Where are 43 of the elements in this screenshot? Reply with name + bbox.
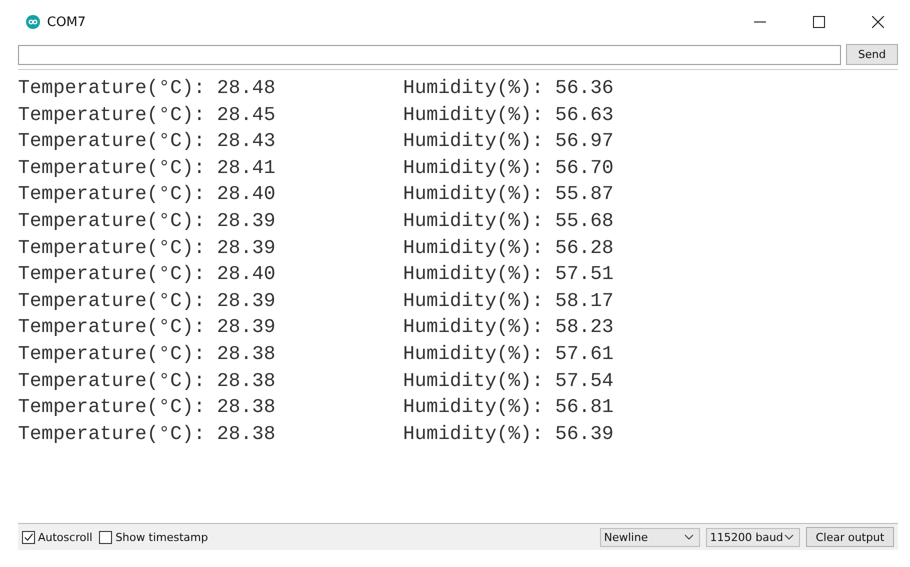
- temperature-reading: Temperature(°C): 28.39: [18, 288, 276, 314]
- app-logo-icon: [26, 15, 40, 29]
- temperature-reading: Temperature(°C): 28.39: [18, 236, 276, 261]
- line-ending-dropdown[interactable]: Newline: [600, 528, 700, 546]
- temperature-reading: Temperature(°C): 28.41: [18, 156, 276, 181]
- temperature-reading: Temperature(°C): 28.38: [18, 395, 276, 420]
- humidity-reading: Humidity(%): 58.17: [403, 288, 614, 314]
- humidity-reading: Humidity(%): 56.70: [403, 156, 614, 181]
- humidity-reading: Humidity(%): 58.23: [403, 315, 614, 340]
- humidity-reading: Humidity(%): 56.36: [403, 76, 614, 101]
- humidity-reading: Humidity(%): 56.81: [403, 395, 614, 420]
- clear-output-button[interactable]: Clear output: [806, 527, 894, 547]
- temperature-reading: Temperature(°C): 28.38: [18, 342, 276, 367]
- temperature-reading: Temperature(°C): 28.48: [18, 76, 276, 101]
- humidity-reading: Humidity(%): 57.61: [403, 342, 614, 367]
- humidity-reading: Humidity(%): 56.97: [403, 129, 614, 154]
- send-button[interactable]: Send: [846, 44, 898, 65]
- humidity-reading: Humidity(%): 56.28: [403, 236, 614, 261]
- humidity-reading: Humidity(%): 56.63: [403, 102, 614, 128]
- input-field[interactable]: [18, 44, 841, 64]
- temperature-reading: Temperature(°C): 28.40: [18, 262, 276, 288]
- maximize-icon[interactable]: [813, 16, 825, 28]
- humidity-reading: Humidity(%): 57.54: [403, 368, 614, 394]
- window-title: COM7: [47, 14, 86, 30]
- temperature-reading: Temperature(°C): 28.38: [18, 422, 276, 447]
- checkbox[interactable]: [22, 530, 35, 544]
- temperature-reading: Temperature(°C): 28.40: [18, 182, 276, 208]
- humidity-reading: Humidity(%): 56.39: [403, 422, 614, 447]
- humidity-reading: Humidity(%): 55.68: [403, 208, 614, 234]
- chevron-icon: [684, 534, 694, 540]
- checkbox[interactable]: [99, 530, 112, 544]
- chevron-icon: [784, 534, 794, 540]
- temperature-reading: Temperature(°C): 28.39: [18, 208, 276, 234]
- humidity-reading: Humidity(%): 57.51: [403, 262, 614, 288]
- temperature-reading: Temperature(°C): 28.39: [18, 315, 276, 340]
- humidity-reading: Humidity(%): 55.87: [403, 182, 614, 208]
- checkbox-label: Autoscroll: [38, 530, 92, 544]
- temperature-reading: Temperature(°C): 28.45: [18, 102, 276, 128]
- close-icon[interactable]: [872, 16, 884, 28]
- baud-rate-dropdown[interactable]: 115200 baud: [706, 528, 800, 546]
- temperature-reading: Temperature(°C): 28.38: [18, 368, 276, 394]
- checkbox-label: Show timestamp: [115, 530, 208, 544]
- temperature-reading: Temperature(°C): 28.43: [18, 129, 276, 154]
